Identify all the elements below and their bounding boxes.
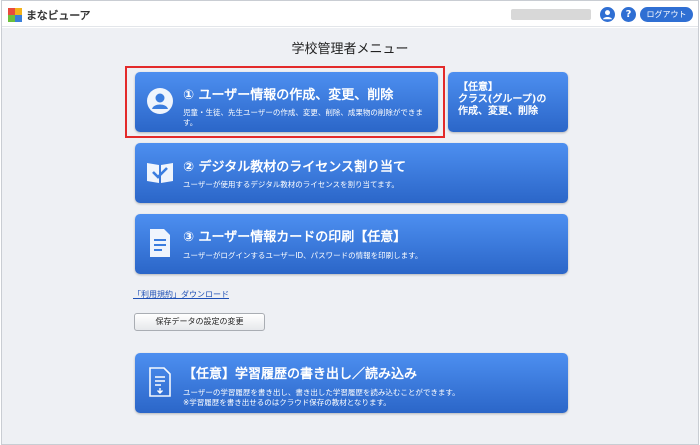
card-description-line2: ※学習履歴を書き出せるのはクラウド保存の教材となります。 [183, 398, 391, 407]
history-export-import-card[interactable]: 【任意】学習履歴の書き出し／読み込み ユーザーの学習履歴を書き出し、書き出した学… [135, 353, 568, 413]
account-icon[interactable] [600, 7, 615, 22]
page-title: 学校管理者メニュー [291, 42, 409, 57]
card-title: 【任意】学習履歴の書き出し／読み込み [183, 367, 418, 382]
app-logo[interactable]: まなビューア [8, 7, 91, 23]
header-bar: まなビューア ? ログアウト [2, 1, 698, 27]
license-assignment-card[interactable]: ② デジタル教材のライセンス割り当て ユーザーが使用するデジタル教材のライセンス… [135, 143, 568, 203]
export-file-icon [149, 367, 171, 401]
masked-user-name [511, 9, 591, 20]
terms-download-link[interactable]: 「利用規約」ダウンロード [133, 289, 229, 300]
class-card-line2: クラス(グループ)の [458, 94, 547, 105]
app-name: まなビューア [26, 9, 91, 22]
card-description: ユーザーがログインするユーザーID、パスワードの情報を印刷します。 [183, 251, 423, 260]
book-check-icon [145, 157, 175, 191]
help-icon[interactable]: ? [621, 7, 636, 22]
card-description-line1: ユーザーの学習履歴を書き出し、書き出した学習履歴を読み込むことができます。 [183, 388, 460, 397]
card-title: ③ ユーザー情報カードの印刷【任意】 [183, 230, 407, 245]
card-description: ユーザーが使用するデジタル教材のライセンスを割り当てます。 [183, 180, 399, 189]
class-management-card[interactable]: 【任意】 クラス(グループ)の 作成、変更、削除 [448, 72, 568, 132]
document-icon [149, 228, 171, 262]
card-title: ② デジタル教材のライセンス割り当て [183, 160, 407, 175]
logout-button[interactable]: ログアウト [640, 7, 693, 22]
class-card-line1: 【任意】 [458, 82, 498, 93]
class-card-line3: 作成、変更、削除 [458, 106, 538, 117]
logo-icon [8, 8, 22, 22]
save-settings-button[interactable]: 保存データの設定の変更 [134, 313, 265, 331]
user-card-print-card[interactable]: ③ ユーザー情報カードの印刷【任意】 ユーザーがログインするユーザーID、パスワ… [135, 214, 568, 274]
highlight-box [125, 66, 445, 138]
